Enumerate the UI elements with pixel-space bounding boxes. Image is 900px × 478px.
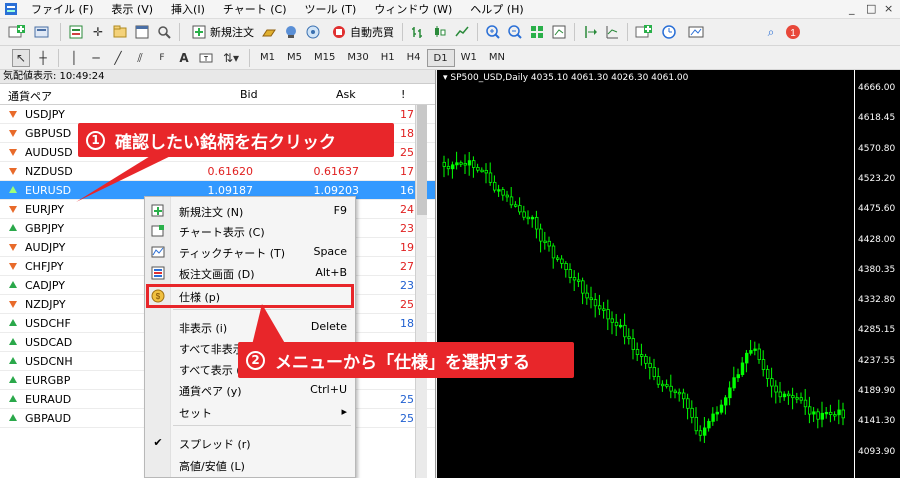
step2-number: 2 <box>246 350 265 370</box>
step1-number: 1 <box>86 130 105 150</box>
mt4-window: { "menubar": { "items": ["ファイル (F)", "表示… <box>0 0 900 478</box>
callout-step2: 2 メニューから「仕様」を選択する <box>238 342 574 378</box>
callout-step1: 1 確認したい銘柄を右クリック <box>78 123 394 157</box>
step2-text: メニューから「仕様」を選択する <box>275 352 530 373</box>
callout1-pointer <box>76 150 183 202</box>
step1-text: 確認したい銘柄を右クリック <box>115 132 336 153</box>
callout-pointers <box>76 150 290 352</box>
